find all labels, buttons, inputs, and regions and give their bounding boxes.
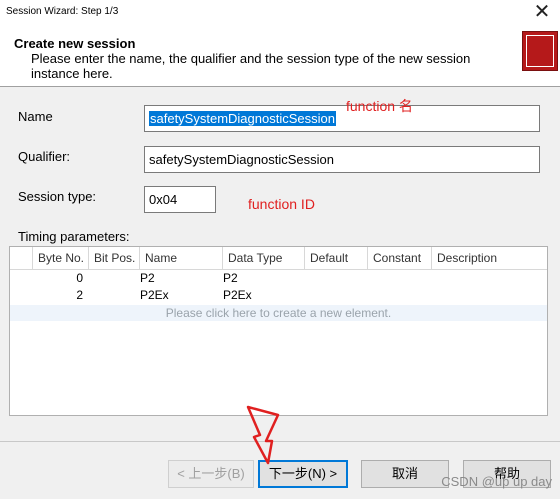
timing-label: Timing parameters:: [18, 229, 130, 244]
grid-header: Byte No. Bit Pos. Name Data Type Default…: [10, 247, 547, 270]
type-annotation: function ID: [248, 196, 315, 212]
wizard-document-icon: [522, 31, 558, 71]
row-selector-header: [10, 247, 33, 269]
watermark: CSDN @up up day: [441, 474, 552, 489]
page-title: Create new session: [14, 36, 136, 51]
session-type-label: Session type:: [18, 189, 97, 204]
cell-byte-no: 2: [76, 288, 83, 302]
qualifier-label: Qualifier:: [18, 149, 71, 164]
header-divider: [0, 86, 560, 87]
col-default[interactable]: Default: [305, 247, 368, 269]
cell-name: P2Ex: [140, 288, 169, 302]
cell-byte-no: 0: [76, 271, 83, 285]
close-icon[interactable]: ✕: [530, 0, 554, 24]
window-title: Session Wizard: Step 1/3: [6, 6, 119, 17]
name-value-selected: safetySystemDiagnosticSession: [149, 111, 336, 126]
col-bit-pos[interactable]: Bit Pos.: [89, 247, 140, 269]
col-description[interactable]: Description: [432, 247, 547, 269]
back-button[interactable]: < 上一步(B): [168, 460, 254, 488]
wizard-header: Create new session Please enter the name…: [0, 26, 560, 86]
qualifier-field[interactable]: safetySystemDiagnosticSession: [144, 146, 540, 173]
cell-data-type: P2: [223, 271, 238, 285]
name-field[interactable]: safetySystemDiagnosticSession: [144, 105, 540, 132]
name-label: Name: [18, 109, 53, 124]
session-type-field[interactable]: 0x04: [144, 186, 216, 213]
new-element-row[interactable]: Please click here to create a new elemen…: [10, 305, 547, 321]
table-row[interactable]: 2 P2Ex P2Ex: [10, 287, 547, 303]
page-description: Please enter the name, the qualifier and…: [31, 51, 471, 81]
cell-name: P2: [140, 271, 155, 285]
col-byte-no[interactable]: Byte No.: [33, 247, 89, 269]
col-name[interactable]: Name: [140, 247, 223, 269]
col-data-type[interactable]: Data Type: [223, 247, 305, 269]
cancel-button[interactable]: 取消: [361, 460, 449, 488]
timing-grid: Byte No. Bit Pos. Name Data Type Default…: [9, 246, 548, 416]
name-annotation: function 名: [346, 98, 413, 114]
annotation-arrow-icon: [246, 405, 280, 465]
col-constant[interactable]: Constant: [368, 247, 432, 269]
cell-data-type: P2Ex: [223, 288, 252, 302]
title-bar: Session Wizard: Step 1/3 ✕: [0, 0, 560, 26]
table-row[interactable]: 0 P2 P2: [10, 270, 547, 286]
